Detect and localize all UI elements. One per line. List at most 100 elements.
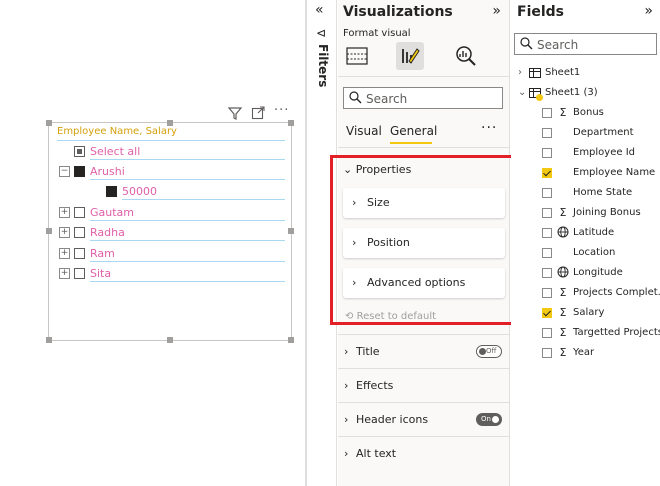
filters-label[interactable]: Filters xyxy=(316,44,330,87)
field-item[interactable]: Employee Id xyxy=(511,143,660,163)
field-checkbox[interactable] xyxy=(542,228,552,238)
checkbox[interactable] xyxy=(106,186,117,197)
tab-general[interactable]: General xyxy=(390,124,437,138)
field-item[interactable]: Location xyxy=(511,243,660,263)
card-size[interactable]: › Size xyxy=(343,188,505,218)
expand-icon[interactable]: + xyxy=(59,227,70,238)
divider xyxy=(90,240,285,241)
more-options-icon[interactable]: ··· xyxy=(481,120,497,136)
field-checkbox[interactable] xyxy=(542,248,552,258)
slicer-item-label: Ram xyxy=(90,247,115,260)
resize-handle[interactable] xyxy=(288,228,294,234)
field-checkbox[interactable] xyxy=(542,208,552,218)
expand-icon[interactable]: + xyxy=(59,207,70,218)
checkbox[interactable] xyxy=(74,227,85,238)
sigma-icon: Σ xyxy=(559,326,567,339)
properties-section-header[interactable]: ⌄ Properties xyxy=(343,163,411,176)
card-label: Position xyxy=(367,236,410,249)
sigma-icon: Σ xyxy=(559,286,567,299)
field-checkbox[interactable] xyxy=(542,328,552,338)
field-item[interactable]: Home State xyxy=(511,183,660,203)
slicer-item-select-all[interactable]: Select all xyxy=(57,142,285,162)
field-name: Targetted Projects xyxy=(573,327,660,338)
resize-handle[interactable] xyxy=(167,337,173,343)
field-checkbox[interactable] xyxy=(542,348,552,358)
slicer-item-50000[interactable]: 50000 xyxy=(57,182,285,202)
viz-search-input[interactable]: Search xyxy=(343,87,503,109)
resize-handle[interactable] xyxy=(46,120,52,126)
filter-icon: ⊲ xyxy=(316,26,327,40)
expand-icon[interactable]: + xyxy=(59,248,70,259)
expand-pane-icon[interactable]: » xyxy=(492,3,501,19)
section-header-icons[interactable]: › Header icons On xyxy=(338,402,510,436)
divider xyxy=(338,76,510,77)
chevron-right-icon: › xyxy=(344,345,349,358)
checkbox[interactable] xyxy=(74,146,85,157)
table-sheet1[interactable]: › Sheet1 xyxy=(511,63,660,83)
field-item[interactable]: Latitude xyxy=(511,223,660,243)
field-item[interactable]: Σ Salary xyxy=(511,303,660,323)
table-name: Sheet1 (3) xyxy=(545,87,598,98)
field-checkbox[interactable] xyxy=(542,288,552,298)
slicer-item-arushi[interactable]: − Arushi xyxy=(57,162,285,182)
resize-handle[interactable] xyxy=(288,337,294,343)
build-visual-icon[interactable] xyxy=(343,42,371,70)
slicer-item-radha[interactable]: + Radha xyxy=(57,223,285,243)
checkbox[interactable] xyxy=(74,207,85,218)
field-checkbox[interactable] xyxy=(542,268,552,278)
fields-pane: Fields » Search › Sheet1 ⌄ Sheet1 (3) ΣB… xyxy=(511,0,660,486)
format-visual-icon[interactable] xyxy=(396,42,424,70)
chevron-right-icon[interactable]: › xyxy=(518,67,522,78)
field-checkbox[interactable] xyxy=(542,168,552,178)
section-title[interactable]: › Title Off xyxy=(338,334,510,368)
expand-icon[interactable]: + xyxy=(59,268,70,279)
checkbox[interactable] xyxy=(74,248,85,259)
section-alt-text[interactable]: › Alt text xyxy=(338,436,510,470)
field-name: Projects Complet... xyxy=(573,287,660,298)
resize-handle[interactable] xyxy=(288,120,294,126)
field-item[interactable]: Longitude xyxy=(511,263,660,283)
card-advanced-options[interactable]: › Advanced options xyxy=(343,268,505,298)
resize-handle[interactable] xyxy=(46,228,52,234)
expand-pane-icon[interactable]: » xyxy=(644,3,653,19)
fields-search-input[interactable]: Search xyxy=(514,33,657,55)
field-checkbox[interactable] xyxy=(542,188,552,198)
field-name: Longitude xyxy=(573,267,623,278)
slicer-visual[interactable]: Employee Name, Salary Select all − Arush… xyxy=(46,120,294,343)
field-checkbox[interactable] xyxy=(542,128,552,138)
field-item[interactable]: Department xyxy=(511,123,660,143)
slicer-item-gautam[interactable]: + Gautam xyxy=(57,203,285,223)
collapse-icon[interactable]: − xyxy=(59,166,70,177)
slicer-item-sita[interactable]: + Sita xyxy=(57,264,285,284)
chevron-right-icon: › xyxy=(344,379,349,392)
field-item[interactable]: Σ Bonus xyxy=(511,103,660,123)
checkbox[interactable] xyxy=(74,268,85,279)
header-icons-toggle[interactable]: On xyxy=(476,413,502,426)
table-sheet1-3[interactable]: ⌄ Sheet1 (3) xyxy=(511,83,660,103)
slicer-item-ram[interactable]: + Ram xyxy=(57,244,285,264)
collapse-filters-icon[interactable]: « xyxy=(315,2,324,18)
field-checkbox[interactable] xyxy=(542,148,552,158)
chevron-down-icon[interactable]: ⌄ xyxy=(518,87,526,98)
field-item[interactable]: Employee Name xyxy=(511,163,660,183)
tab-visual[interactable]: Visual xyxy=(346,124,382,138)
report-canvas[interactable]: ··· Employee Name, Salary Select all − A… xyxy=(0,0,307,486)
field-checkbox[interactable] xyxy=(542,108,552,118)
section-label: Alt text xyxy=(356,447,397,460)
analytics-icon[interactable] xyxy=(452,42,480,70)
field-checkbox[interactable] xyxy=(542,308,552,318)
reset-to-default-button[interactable]: ⟲ Reset to default xyxy=(345,311,436,322)
field-item[interactable]: Σ Targetted Projects xyxy=(511,323,660,343)
field-name: Latitude xyxy=(573,227,615,238)
more-options-icon[interactable]: ··· xyxy=(274,103,289,118)
chevron-right-icon: › xyxy=(352,196,357,209)
card-position[interactable]: › Position xyxy=(343,228,505,258)
section-effects[interactable]: › Effects xyxy=(338,368,510,402)
field-item[interactable]: Σ Year xyxy=(511,343,660,363)
chevron-down-icon: ⌄ xyxy=(343,163,353,176)
checkbox[interactable] xyxy=(74,166,85,177)
field-item[interactable]: Σ Joining Bonus xyxy=(511,203,660,223)
field-item[interactable]: Σ Projects Complet... xyxy=(511,283,660,303)
title-toggle[interactable]: Off xyxy=(476,345,502,358)
resize-handle[interactable] xyxy=(46,337,52,343)
